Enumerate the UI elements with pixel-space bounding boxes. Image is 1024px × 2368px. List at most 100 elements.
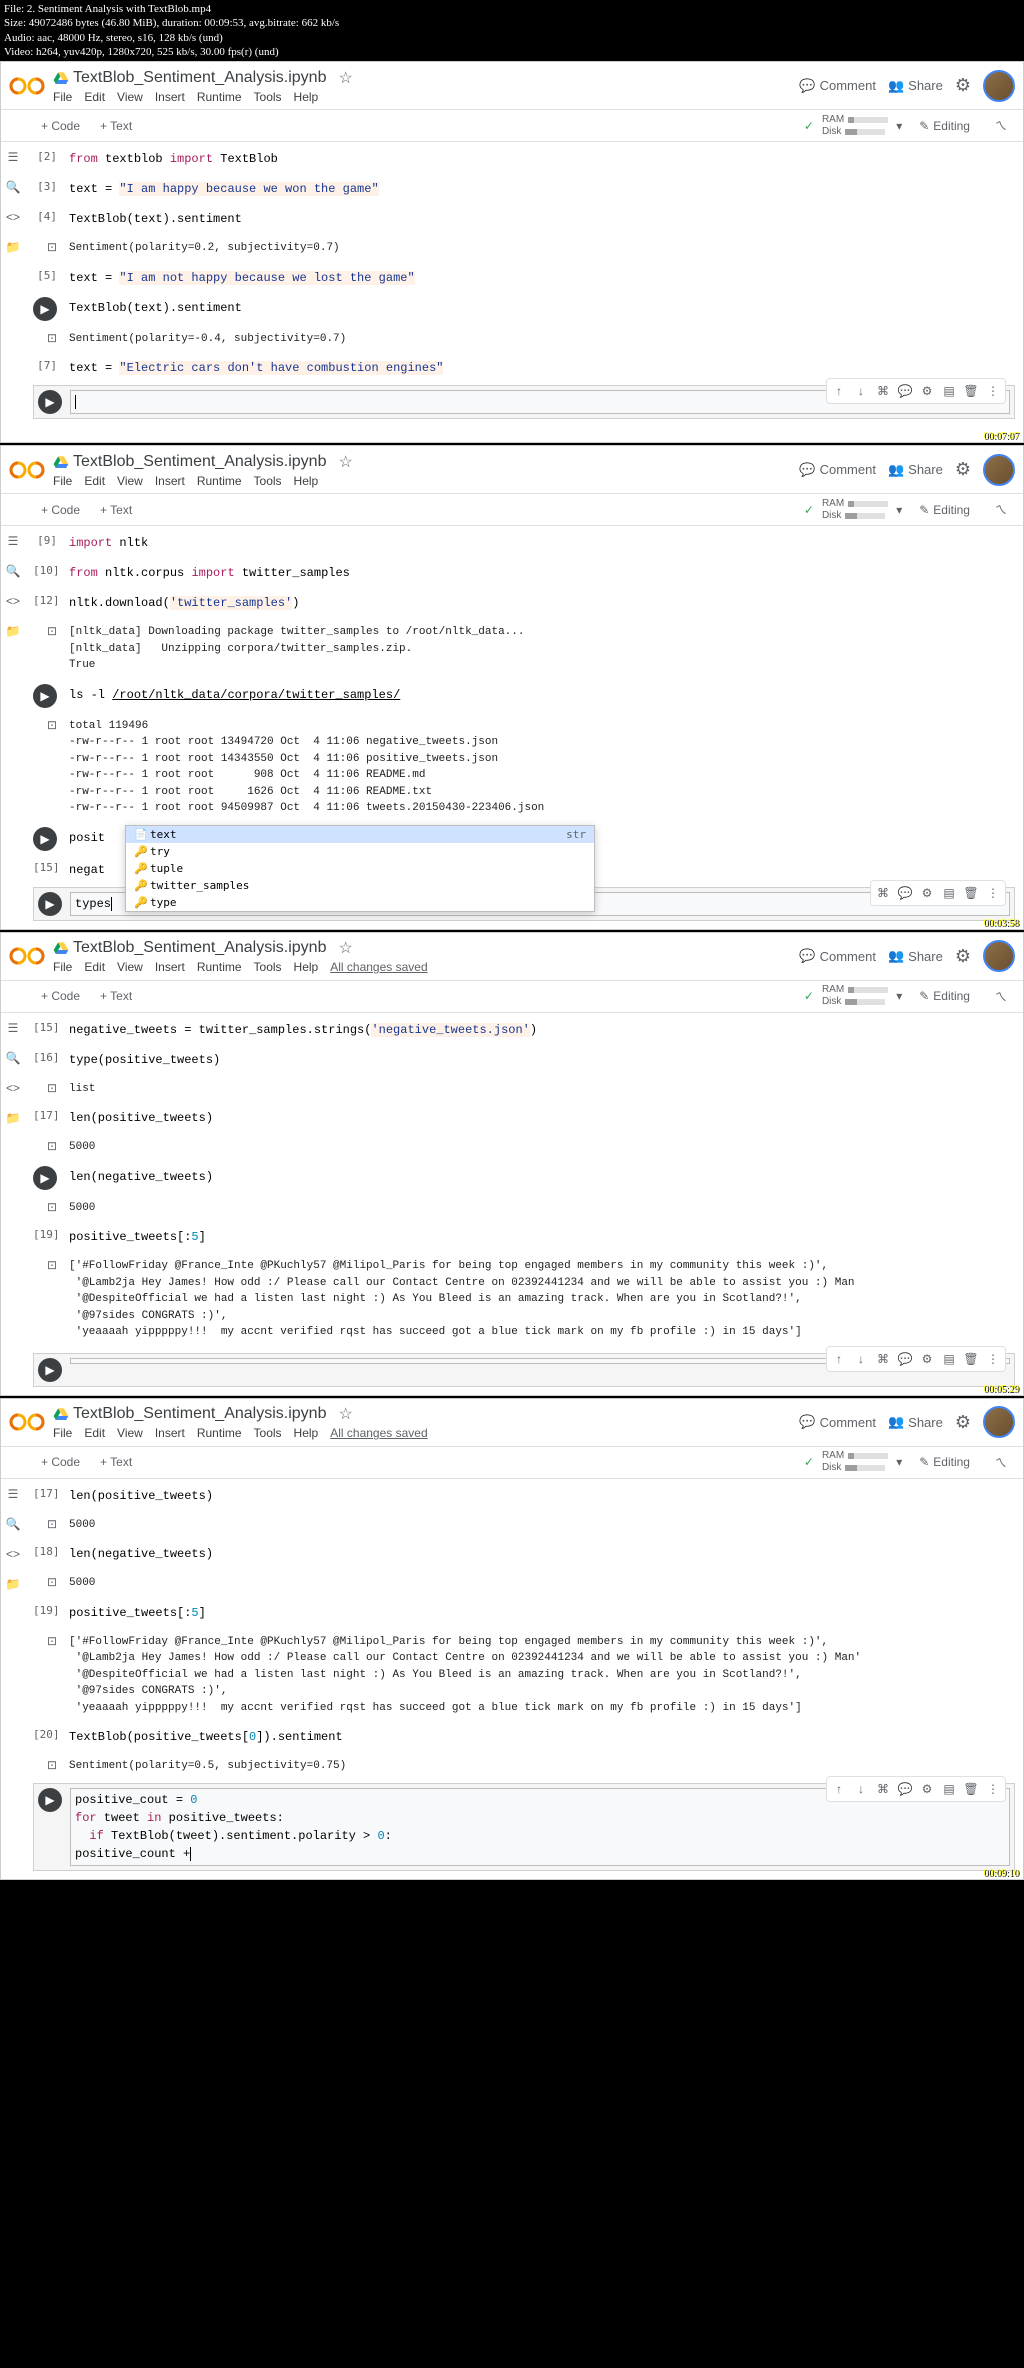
toc-icon[interactable]: ☰ [8, 150, 19, 164]
add-code-button[interactable]: + Code [33, 1451, 88, 1473]
expand-icon[interactable]: ㄟ [987, 497, 1015, 522]
share-button[interactable]: 👥Share [888, 78, 943, 94]
ram-disk-indicator[interactable]: RAMDisk [822, 1450, 888, 1474]
menu-edit[interactable]: Edit [84, 90, 105, 104]
search-icon[interactable]: 🔍 [6, 1517, 21, 1531]
snippets-icon[interactable]: <> [6, 594, 20, 608]
add-text-button[interactable]: + Text [92, 499, 140, 521]
autocomplete-item[interactable]: 📄textstr [126, 826, 594, 843]
notebook-title[interactable]: TextBlob_Sentiment_Analysis.ipynb ☆ [53, 68, 799, 88]
menu-view[interactable]: View [117, 1426, 143, 1440]
toc-icon[interactable]: ☰ [8, 534, 19, 548]
edit-icon[interactable]: ▤ [939, 1779, 959, 1799]
editing-button[interactable]: ✎Editing [910, 1450, 979, 1474]
code-cell[interactable]: len(positive_tweets) [65, 1107, 1015, 1129]
play-button[interactable]: ▶ [38, 1358, 62, 1382]
comment-button[interactable]: 💬Comment [799, 948, 876, 964]
code-cell[interactable]: len(negative_tweets) [65, 1166, 1015, 1188]
code-cell[interactable]: positive_tweets[:5] [65, 1226, 1015, 1248]
colab-logo[interactable] [9, 944, 45, 968]
colab-logo[interactable] [9, 1410, 45, 1434]
files-icon[interactable]: 📁 [6, 624, 21, 638]
autocomplete-item[interactable]: 🔑try [126, 843, 594, 860]
star-icon[interactable]: ☆ [338, 1404, 352, 1424]
menu-tools[interactable]: Tools [254, 90, 282, 104]
delete-icon[interactable]: 🗑 [961, 883, 981, 903]
code-cell[interactable]: type(positive_tweets) [65, 1049, 1015, 1071]
comment-icon[interactable]: 💬 [895, 883, 915, 903]
code-cell[interactable]: import nltk [65, 532, 1015, 554]
move-down-icon[interactable]: ↓ [851, 1349, 871, 1369]
toc-icon[interactable]: ☰ [8, 1487, 19, 1501]
menu-file[interactable]: File [53, 90, 72, 104]
menu-insert[interactable]: Insert [155, 960, 185, 974]
comment-button[interactable]: 💬Comment [799, 78, 876, 94]
add-code-button[interactable]: + Code [33, 499, 88, 521]
code-cell[interactable]: text = "I am happy because we won the ga… [65, 178, 1015, 200]
menu-view[interactable]: View [117, 960, 143, 974]
autocomplete-item[interactable]: 🔑twitter_samples [126, 877, 594, 894]
settings-icon[interactable]: ⚙ [955, 75, 971, 96]
menu-tools[interactable]: Tools [254, 1426, 282, 1440]
delete-icon[interactable]: 🗑 [961, 1349, 981, 1369]
code-cell[interactable]: from nltk.corpus import twitter_samples [65, 562, 1015, 584]
search-icon[interactable]: 🔍 [6, 1051, 21, 1065]
more-icon[interactable]: ⋮ [983, 1349, 1003, 1369]
add-code-button[interactable]: + Code [33, 985, 88, 1007]
delete-icon[interactable]: 🗑 [961, 1779, 981, 1799]
move-up-icon[interactable]: ↑ [829, 381, 849, 401]
play-button[interactable]: ▶ [33, 1166, 57, 1190]
settings-icon[interactable]: ⚙ [955, 1412, 971, 1433]
snippets-icon[interactable]: <> [6, 210, 20, 224]
link-icon[interactable]: ⌘ [873, 1349, 893, 1369]
menu-tools[interactable]: Tools [254, 960, 282, 974]
share-button[interactable]: 👥Share [888, 1414, 943, 1430]
colab-logo[interactable] [9, 458, 45, 482]
expand-icon[interactable]: ㄟ [987, 984, 1015, 1009]
menu-file[interactable]: File [53, 960, 72, 974]
menu-file[interactable]: File [53, 474, 72, 488]
play-button[interactable]: ▶ [33, 684, 57, 708]
code-cell[interactable]: TextBlob(text).sentiment [65, 297, 1015, 319]
link-icon[interactable]: ⌘ [873, 1779, 893, 1799]
star-icon[interactable]: ☆ [338, 452, 352, 472]
menu-tools[interactable]: Tools [254, 474, 282, 488]
share-button[interactable]: 👥Share [888, 462, 943, 478]
code-cell[interactable]: positive_tweets[:5] [65, 1602, 1015, 1624]
editing-button[interactable]: ✎Editing [910, 498, 979, 522]
menu-view[interactable]: View [117, 474, 143, 488]
edit-icon[interactable]: ▤ [939, 1349, 959, 1369]
menu-help[interactable]: Help [294, 960, 319, 974]
menu-insert[interactable]: Insert [155, 474, 185, 488]
avatar[interactable] [983, 70, 1015, 102]
menu-insert[interactable]: Insert [155, 90, 185, 104]
code-cell[interactable]: ls -l /root/nltk_data/corpora/twitter_sa… [65, 684, 1015, 706]
code-cell[interactable]: text = "I am not happy because we lost t… [65, 267, 1015, 289]
more-icon[interactable]: ⋮ [983, 883, 1003, 903]
menu-help[interactable]: Help [294, 1426, 319, 1440]
move-down-icon[interactable]: ↓ [851, 1779, 871, 1799]
settings-icon[interactable]: ⚙ [917, 381, 937, 401]
more-icon[interactable]: ⋮ [983, 1779, 1003, 1799]
play-button[interactable]: ▶ [38, 1788, 62, 1812]
add-code-button[interactable]: + Code [33, 115, 88, 137]
code-cell[interactable]: len(negative_tweets) [65, 1543, 1015, 1565]
editing-button[interactable]: ✎Editing [910, 114, 979, 138]
autocomplete-item[interactable]: 🔑tuple [126, 860, 594, 877]
toc-icon[interactable]: ☰ [8, 1021, 19, 1035]
search-icon[interactable]: 🔍 [6, 564, 21, 578]
menu-runtime[interactable]: Runtime [197, 1426, 242, 1440]
share-button[interactable]: 👥Share [888, 948, 943, 964]
autocomplete-item[interactable]: 🔑type [126, 894, 594, 911]
more-icon[interactable]: ⋮ [983, 381, 1003, 401]
settings-icon[interactable]: ⚙ [955, 946, 971, 967]
comment-button[interactable]: 💬Comment [799, 462, 876, 478]
move-down-icon[interactable]: ↓ [851, 381, 871, 401]
files-icon[interactable]: 📁 [6, 1111, 21, 1125]
files-icon[interactable]: 📁 [6, 1577, 21, 1591]
colab-logo[interactable] [9, 74, 45, 98]
dropdown-icon[interactable]: ▾ [896, 989, 902, 1003]
files-icon[interactable]: 📁 [6, 240, 21, 254]
code-cell[interactable]: nltk.download('twitter_samples') [65, 592, 1015, 614]
ram-disk-indicator[interactable]: RAMDisk [822, 498, 888, 522]
